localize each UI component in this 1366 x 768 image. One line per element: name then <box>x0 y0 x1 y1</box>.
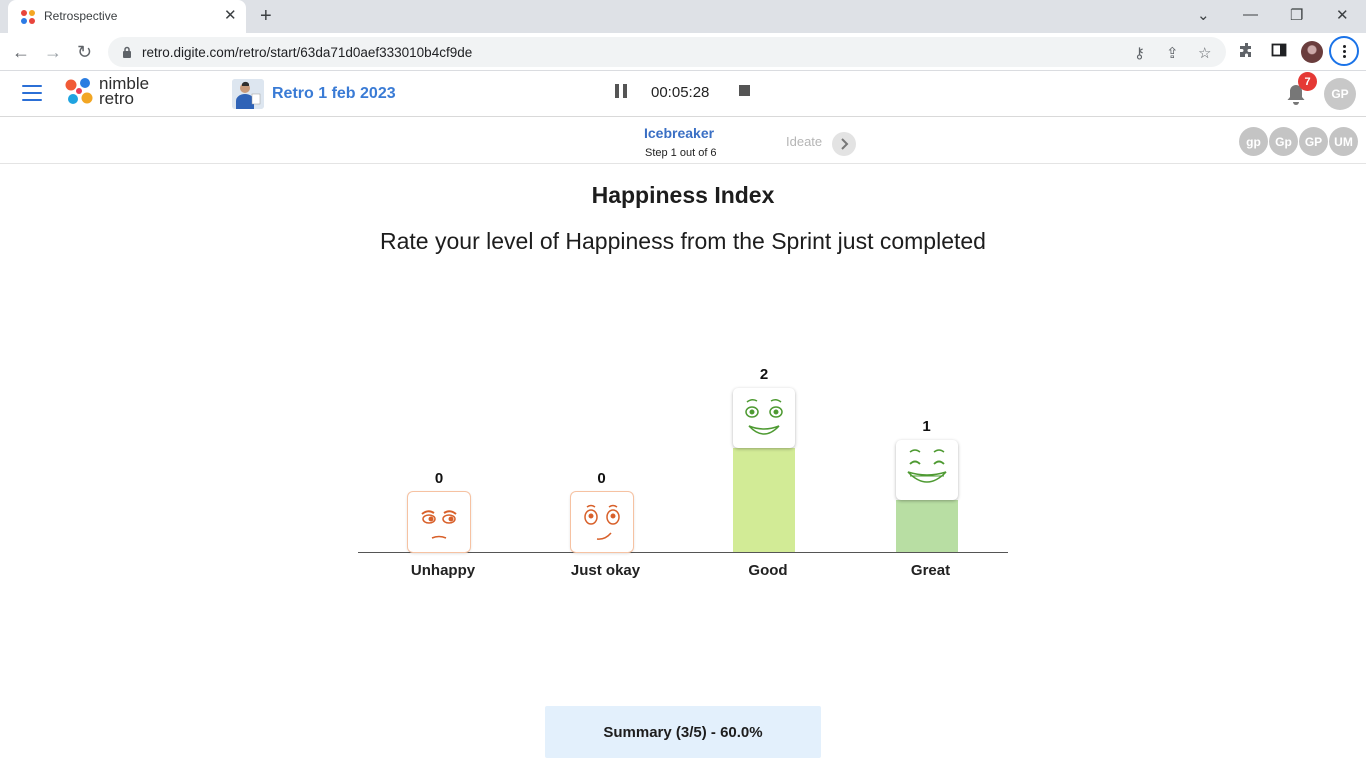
logo-wordmark: nimble retro <box>99 75 149 108</box>
extensions-icon[interactable] <box>1239 42 1255 58</box>
next-step-button[interactable] <box>832 132 856 156</box>
browser-menu-icon[interactable] <box>1329 36 1359 66</box>
happiness-chart: 0 Unhappy 0 Just okay 2 Good 1 Great <box>358 360 1008 590</box>
next-step-label[interactable]: Ideate <box>786 134 822 149</box>
tab-close-icon[interactable]: ✕ <box>224 8 237 24</box>
vote-count-label: 1 <box>922 418 931 435</box>
new-tab-icon[interactable]: + <box>260 5 272 27</box>
rating-face-great-icon[interactable] <box>895 440 958 500</box>
side-panel-icon[interactable] <box>1271 42 1287 58</box>
logo-line2: retro <box>99 89 134 108</box>
chart-bar <box>733 448 795 552</box>
page-title: Happiness Index <box>591 182 775 208</box>
minimize-icon[interactable]: — <box>1243 6 1258 23</box>
stop-icon[interactable] <box>739 85 750 96</box>
app-header: nimble retro Retro 1 feb 2023 00:05:28 7… <box>0 71 1366 117</box>
browser-tabstrip: Retrospective ✕ + ⌄ — ❐ ✕ <box>0 0 1366 33</box>
participant-avatar[interactable]: gp <box>1239 127 1268 156</box>
tab-search-icon[interactable]: ⌄ <box>1197 6 1210 24</box>
category-label: Good <box>748 562 788 579</box>
tab-title: Retrospective <box>44 9 118 23</box>
vote-count-label: 0 <box>597 470 606 487</box>
browser-tab[interactable]: Retrospective ✕ <box>8 0 246 33</box>
notification-count-badge: 7 <box>1298 72 1317 91</box>
favicon-icon <box>21 10 35 24</box>
retro-name[interactable]: Retro 1 feb 2023 <box>272 85 396 103</box>
summary-box: Summary (3/5) - 60.0% <box>545 706 821 758</box>
back-icon[interactable]: ← <box>12 42 30 62</box>
current-step-name: Icebreaker <box>644 125 715 141</box>
chevron-right-icon <box>841 138 849 150</box>
participant-avatar[interactable]: GP <box>1299 127 1328 156</box>
address-bar[interactable]: retro.digite.com/retro/start/63da71d0aef… <box>108 37 1226 67</box>
rating-face-good-icon[interactable] <box>733 388 795 448</box>
hamburger-menu-icon[interactable] <box>22 85 42 101</box>
participant-avatars: gp Gp GP UM <box>1239 127 1358 156</box>
url-text: retro.digite.com/retro/start/63da71d0aef… <box>142 45 473 60</box>
participant-avatar[interactable]: Gp <box>1269 127 1298 156</box>
restore-icon[interactable]: ❐ <box>1290 6 1303 24</box>
pause-icon[interactable] <box>615 84 627 98</box>
profile-avatar[interactable] <box>1301 41 1323 63</box>
category-label: Great <box>910 562 951 579</box>
bookmark-star-icon[interactable]: ☆ <box>1198 44 1211 62</box>
vote-count-label: 0 <box>434 470 444 487</box>
page-subtitle: Rate your level of Happiness from the Sp… <box>380 228 986 254</box>
category-label: Unhappy <box>410 562 476 579</box>
session-timer: 00:05:28 <box>651 84 710 101</box>
password-key-icon[interactable]: ⚷ <box>1134 44 1145 62</box>
vote-count-label: 2 <box>759 366 769 383</box>
reload-icon[interactable]: ↻ <box>77 42 92 62</box>
participant-avatar[interactable]: UM <box>1329 127 1358 156</box>
rating-face-unhappy-icon[interactable] <box>408 492 470 552</box>
user-avatar[interactable]: GP <box>1324 78 1356 110</box>
retro-avatar-icon <box>232 79 264 109</box>
chart-bar <box>895 500 958 552</box>
step-progress: Step 1 out of 6 <box>645 147 717 159</box>
browser-toolbar: ← → ↻ retro.digite.com/retro/start/63da7… <box>0 33 1366 71</box>
rating-face-just-okay-icon[interactable] <box>570 492 633 552</box>
forward-icon[interactable]: → <box>44 42 62 62</box>
chart-baseline <box>358 552 1008 553</box>
nimble-retro-logo-icon <box>65 78 93 104</box>
step-bar: Icebreaker Step 1 out of 6 Ideate gp Gp … <box>0 117 1366 164</box>
category-label: Just okay <box>570 562 641 579</box>
share-icon[interactable]: ⇪ <box>1166 44 1179 62</box>
lock-icon <box>123 46 131 58</box>
window-close-icon[interactable]: ✕ <box>1336 6 1349 24</box>
